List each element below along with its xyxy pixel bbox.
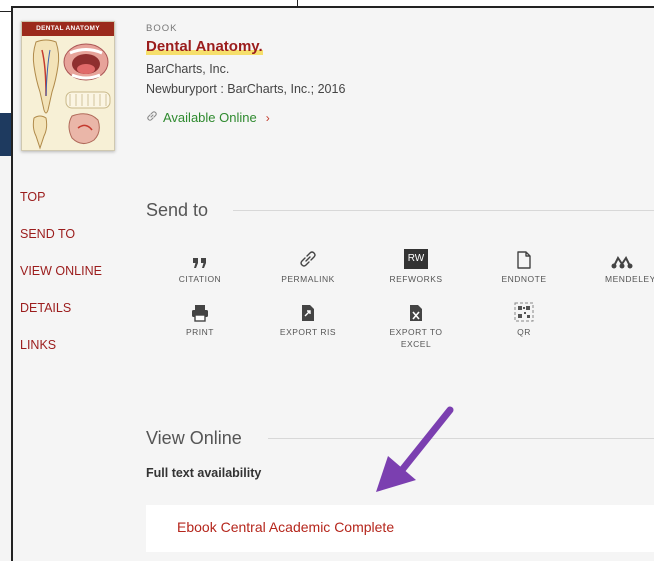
refworks-icon: RW <box>374 247 458 269</box>
ebook-central-link[interactable]: Ebook Central Academic Complete <box>177 519 394 535</box>
mendeley-button[interactable]: MENDELEY <box>590 247 654 285</box>
link-icon <box>146 110 158 125</box>
print-button[interactable]: PRINT <box>158 300 242 338</box>
nav-item-details[interactable]: DETAILS <box>20 300 102 337</box>
excel-icon <box>374 300 458 322</box>
section-nav: TOP SEND TO VIEW ONLINE DETAILS LINKS <box>20 189 102 374</box>
tool-label: EXPORT RIS <box>279 327 337 337</box>
refworks-button[interactable]: RW REFWORKS <box>374 247 458 285</box>
divider <box>268 438 654 439</box>
record-details-panel: DENTAL ANATOMY BOOK Dental Anatomy. BarC… <box>11 6 654 561</box>
endnote-button[interactable]: ENDNOTE <box>482 247 566 285</box>
divider <box>233 210 654 211</box>
tool-label: QR <box>517 327 531 337</box>
qr-code-icon <box>482 300 566 322</box>
full-text-availability-label: Full text availability <box>146 466 262 480</box>
nav-item-send-to[interactable]: SEND TO <box>20 226 102 263</box>
tool-label: MENDELEY <box>605 274 654 284</box>
full-text-provider-row: Ebook Central Academic Complete <box>146 505 654 552</box>
record-publication-info: Newburyport : BarCharts, Inc.; 2016 <box>146 82 346 96</box>
resource-type-label: BOOK <box>146 23 178 34</box>
citation-button[interactable]: CITATION <box>158 247 242 285</box>
available-online-link[interactable]: Available Online › <box>146 110 270 125</box>
nav-item-links[interactable]: LINKS <box>20 337 102 374</box>
tool-label: CITATION <box>178 274 222 284</box>
tool-label: REFWORKS <box>389 274 443 284</box>
export-to-excel-button[interactable]: EXPORT TO EXCEL <box>374 300 458 350</box>
mendeley-icon <box>605 247 654 269</box>
annotation-arrow-icon <box>376 406 454 492</box>
dental-illustration <box>22 36 114 150</box>
book-cover-thumbnail[interactable]: DENTAL ANATOMY <box>21 21 115 151</box>
quote-icon <box>158 247 242 269</box>
tool-label: PRINT <box>186 327 214 337</box>
printer-icon <box>158 300 242 322</box>
cover-title: DENTAL ANATOMY <box>22 22 114 36</box>
export-ris-button[interactable]: EXPORT RIS <box>266 300 350 338</box>
record-publisher: BarCharts, Inc. <box>146 62 230 76</box>
document-icon <box>482 247 566 269</box>
available-online-label: Available Online <box>163 110 257 125</box>
export-file-icon <box>266 300 350 322</box>
link-icon <box>266 247 350 269</box>
tool-label: PERMALINK <box>281 274 335 284</box>
chevron-right-icon: › <box>265 110 270 125</box>
permalink-button[interactable]: PERMALINK <box>266 247 350 285</box>
nav-item-top[interactable]: TOP <box>20 189 102 226</box>
send-to-heading: Send to <box>146 200 209 220</box>
refworks-icon-text: RW <box>404 249 428 269</box>
tool-label: ENDNOTE <box>501 274 547 284</box>
record-title[interactable]: Dental Anatomy. <box>146 38 263 55</box>
view-online-heading: View Online <box>146 428 242 448</box>
nav-item-view-online[interactable]: VIEW ONLINE <box>20 263 102 300</box>
qr-button[interactable]: QR <box>482 300 566 338</box>
tool-label: EXPORT TO EXCEL <box>389 327 443 349</box>
